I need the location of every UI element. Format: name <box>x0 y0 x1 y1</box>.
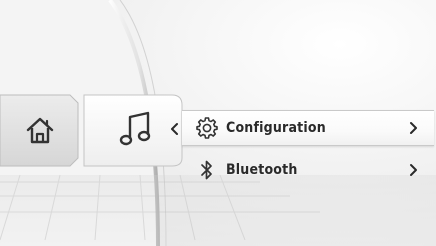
music-note-icon <box>119 111 151 146</box>
home-icon <box>26 117 54 144</box>
menu-item-configuration[interactable]: Configuration <box>182 110 434 146</box>
chevron-right-icon <box>410 164 417 176</box>
menu-item-label: Bluetooth <box>226 162 298 178</box>
menu-item-bluetooth[interactable]: Bluetooth <box>182 152 434 188</box>
tab-media[interactable] <box>116 108 156 150</box>
infotainment-screen: Configuration Bluetooth <box>0 0 436 246</box>
menu-item-label: Configuration <box>226 120 326 136</box>
tab-home[interactable] <box>22 112 58 148</box>
back-chevron-icon[interactable] <box>170 122 180 136</box>
gear-icon <box>194 116 220 140</box>
settings-menu: Configuration Bluetooth <box>182 110 434 192</box>
chevron-right-icon <box>410 122 417 134</box>
bluetooth-icon <box>194 158 220 182</box>
